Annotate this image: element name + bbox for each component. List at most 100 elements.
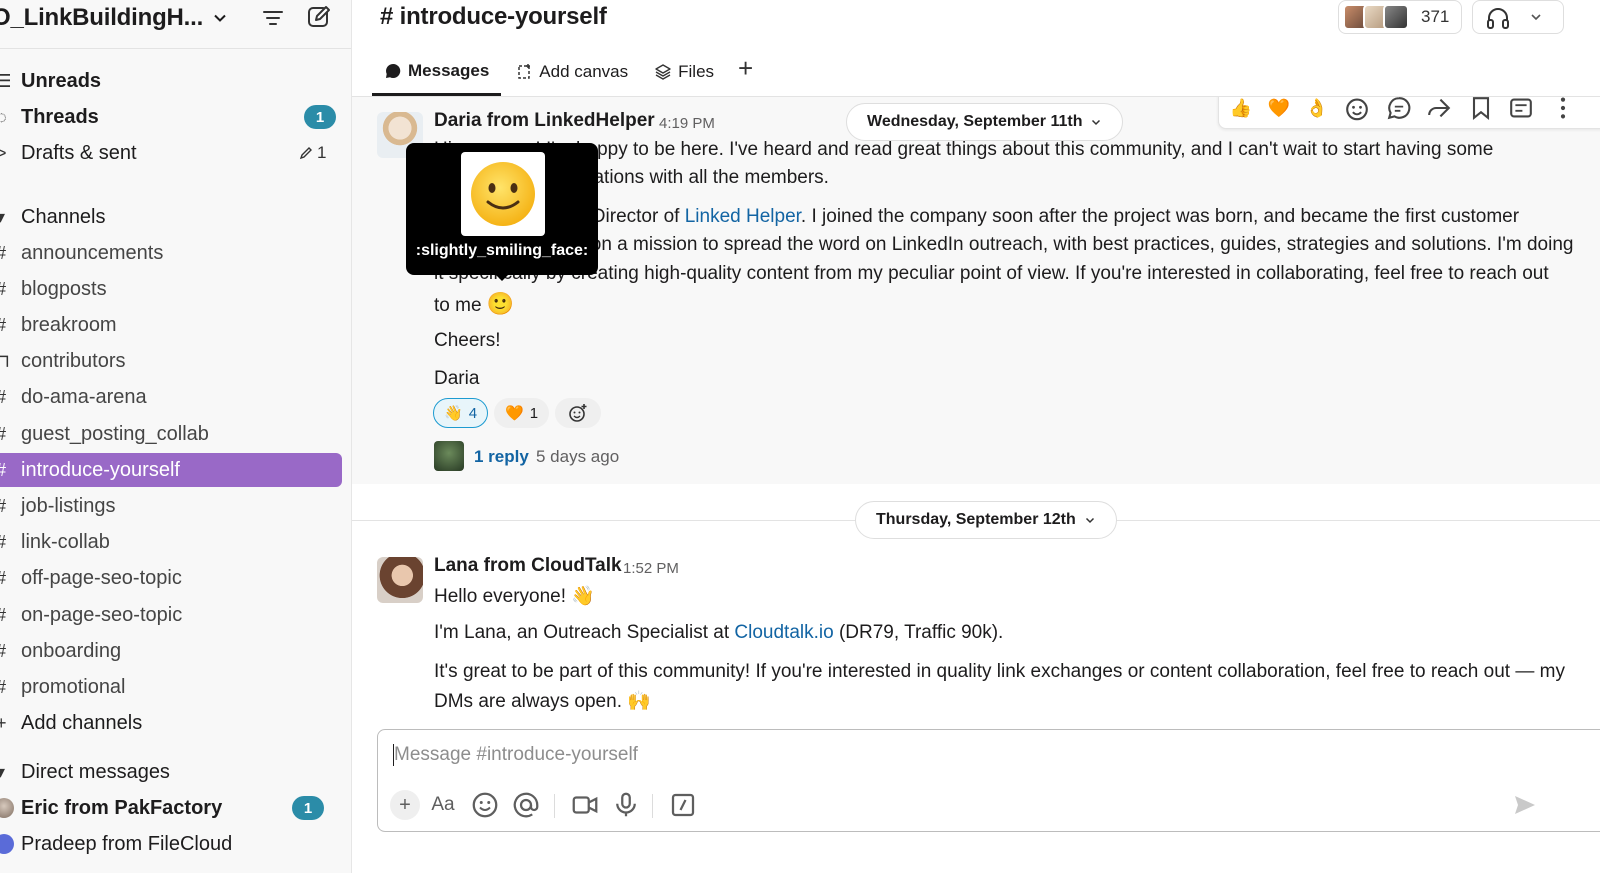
avatar[interactable]	[377, 557, 423, 603]
formatting-button[interactable]: Aa	[428, 790, 458, 820]
message-line: DMs are always open. 🙌	[434, 691, 651, 712]
thumbs-up-reaction[interactable]: 👍	[1227, 97, 1255, 122]
sidebar-item-on-page-seo-topic[interactable]: # on-page-seo-topic	[0, 598, 351, 632]
date-divider-pill[interactable]: Wednesday, September 11th	[846, 103, 1124, 141]
add-reaction-button[interactable]	[555, 398, 601, 428]
message-icon	[386, 63, 401, 78]
message-line: Hello everyone! 👋	[434, 586, 595, 607]
hash-icon: #	[0, 568, 10, 589]
message-input[interactable]: Message #introduce-yourself	[394, 744, 638, 766]
emoji-tooltip: :slightly_smiling_face:	[406, 143, 598, 281]
microphone-icon[interactable]	[611, 790, 641, 820]
toolbar-separator	[652, 794, 653, 818]
dm-section-header[interactable]: ▾ Direct messages	[0, 755, 351, 789]
caret-down-icon: ▾	[0, 762, 10, 783]
message-timestamp[interactable]: 1:52 PM	[623, 560, 679, 577]
forward-icon[interactable]	[1425, 97, 1453, 122]
sidebar-item-link-collab[interactable]: # link-collab	[0, 526, 351, 560]
sidebar-item-blogposts[interactable]: # blogposts	[0, 272, 351, 306]
linked-helper-link[interactable]: Linked Helper	[685, 206, 801, 227]
sidebar-item-onboarding[interactable]: # onboarding	[0, 634, 351, 668]
send-icon: >	[0, 143, 10, 164]
add-channels-button[interactable]: + Add channels	[0, 706, 351, 740]
tab-messages[interactable]: Messages	[372, 56, 502, 96]
tab-add-canvas[interactable]: Add canvas	[503, 56, 640, 96]
huddle-button[interactable]	[1472, 0, 1564, 34]
bookmark-icon[interactable]	[1467, 97, 1495, 122]
chevron-down-icon	[1092, 119, 1101, 126]
channel-header: # introduce-yourself 371 Messages Add ca…	[352, 0, 1600, 97]
sidebar-item-label: introduce-yourself	[21, 458, 180, 481]
sidebar-item-job-listings[interactable]: # job-listings	[0, 489, 351, 523]
sender-name[interactable]: Lana from CloudTalk	[434, 555, 622, 577]
message-line: support agent. I'm on a mission to sprea…	[434, 234, 1574, 255]
reaction-wave[interactable]: 👋 4	[433, 398, 489, 428]
sidebar-item-label: onboarding	[21, 639, 122, 662]
dm-item-pradeep[interactable]: Pradeep from FileCloud	[0, 827, 351, 861]
sidebar-item-introduce-yourself[interactable]: # introduce-yourself	[0, 453, 342, 488]
dm-item-eric[interactable]: Eric from PakFactory 1	[0, 791, 351, 825]
wave-emoji: 👋	[444, 405, 463, 422]
avatar	[1383, 4, 1409, 30]
sidebar-item-threads[interactable]: ◌ Threads 1	[0, 100, 351, 134]
attach-plus-button[interactable]: +	[390, 790, 420, 820]
hash-icon: #	[0, 532, 10, 553]
ok-hand-reaction[interactable]: 👌	[1303, 97, 1331, 122]
sidebar-item-announcements[interactable]: # announcements	[0, 236, 351, 270]
sidebar-item-off-page-seo-topic[interactable]: # off-page-seo-topic	[0, 562, 351, 596]
slash-command-icon[interactable]	[668, 790, 698, 820]
sidebar-item-promotional[interactable]: # promotional	[0, 670, 351, 704]
member-count: 371	[1421, 7, 1450, 26]
tooltip-label: :slightly_smiling_face:	[415, 242, 589, 259]
sidebar-item-drafts[interactable]: > Drafts & sent 1	[0, 136, 351, 170]
reply-in-thread-icon[interactable]	[1385, 97, 1413, 122]
workspace-header: O_LinkBuildingH...	[0, 0, 351, 49]
sender-name[interactable]: Daria from LinkedHelper	[434, 110, 655, 132]
member-list-button[interactable]: 371	[1338, 0, 1462, 34]
sidebar-item-guest-posting-collab[interactable]: # guest_posting_collab	[0, 417, 351, 451]
unreads-icon: ☰	[0, 71, 10, 92]
tab-files[interactable]: Files	[642, 56, 726, 96]
more-icon[interactable]	[1549, 97, 1577, 122]
chevron-down-icon[interactable]	[212, 10, 228, 26]
pencil-icon	[299, 147, 312, 160]
hash-icon: #	[0, 424, 10, 445]
channels-section-header[interactable]: ▾ Channels	[0, 200, 351, 234]
list-icon[interactable]	[1507, 97, 1535, 122]
mention-icon[interactable]	[511, 790, 541, 820]
hash-icon: #	[0, 605, 10, 626]
cloudtalk-link[interactable]: Cloudtalk.io	[734, 622, 833, 643]
emoji-icon[interactable]	[470, 790, 500, 820]
message-line: I'm Lana, an Outreach Specialist at Clou…	[434, 622, 1004, 643]
video-icon[interactable]	[570, 790, 600, 820]
chevron-down-icon[interactable]	[1529, 10, 1543, 24]
message-line: to me 🙂	[434, 291, 515, 316]
date-divider-pill[interactable]: Thursday, September 12th	[855, 501, 1117, 539]
plus-icon: +	[0, 713, 10, 734]
thread-reply-link[interactable]: 1 reply	[474, 447, 529, 467]
add-reaction-icon[interactable]	[1343, 97, 1371, 122]
channel-title[interactable]: # introduce-yourself	[380, 3, 607, 31]
tooltip-arrow	[494, 273, 510, 281]
compose-icon[interactable]	[306, 4, 332, 30]
add-tab-button[interactable]: +	[728, 55, 763, 81]
sidebar-item-contributors[interactable]: ⊓ contributors	[0, 345, 351, 379]
send-icon[interactable]	[1512, 792, 1538, 818]
sidebar-item-label: contributors	[21, 350, 126, 373]
chevron-down-icon	[1085, 517, 1094, 524]
orange-heart-reaction[interactable]: 🧡	[1265, 97, 1293, 122]
reaction-heart[interactable]: 🧡 1	[494, 398, 550, 428]
slack-window: O_LinkBuildingH... ☰ Unreads ◌ Threads 1…	[0, 0, 1600, 873]
sidebar-item-do-ama-arena[interactable]: # do-ama-arena	[0, 381, 351, 415]
hash-icon: #	[0, 279, 10, 300]
slightly-smiling-face-emoji[interactable]: 🙂	[487, 291, 514, 316]
sidebar-item-label: job-listings	[21, 494, 116, 517]
sidebar-item-unreads[interactable]: ☰ Unreads	[0, 64, 351, 98]
filter-icon[interactable]	[262, 8, 284, 28]
toolbar-separator	[554, 794, 555, 818]
tooltip-emoji-preview	[461, 152, 545, 236]
message-timestamp[interactable]: 4:19 PM	[659, 115, 715, 132]
workspace-name[interactable]: O_LinkBuildingH...	[0, 4, 203, 32]
hash-icon: #	[0, 387, 10, 408]
sidebar-item-breakroom[interactable]: # breakroom	[0, 308, 351, 342]
